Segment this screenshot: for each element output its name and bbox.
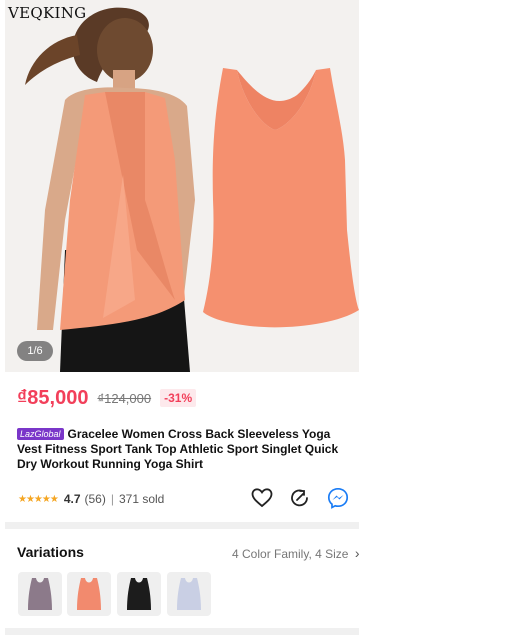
- discount-badge: -31%: [160, 389, 197, 407]
- rating-value: 4.7: [63, 492, 81, 506]
- star-rating-icon: ★★★★★: [18, 493, 59, 505]
- tank-thumbnail: [77, 578, 101, 610]
- variation-swatch-mauve[interactable]: [18, 572, 62, 616]
- variation-swatch-black[interactable]: [117, 572, 161, 616]
- tank-thumbnail: [28, 578, 52, 610]
- wishlist-button[interactable]: [250, 486, 274, 510]
- variations-summary-text: 4 Color Family, 4 Size: [232, 547, 349, 561]
- product-title-text: Gracelee Women Cross Back Sleeveless Yog…: [17, 427, 339, 471]
- heart-icon: [251, 488, 273, 508]
- tank-thumbnail: [177, 578, 201, 610]
- share-icon: [291, 489, 308, 507]
- sold-count: 371 sold: [118, 492, 165, 506]
- chevron-right-icon: ›: [354, 545, 360, 561]
- price-row: ₫85,000 ₫124,000 -31%: [17, 386, 197, 410]
- original-price: ₫124,000: [97, 390, 152, 406]
- variation-swatch-coral[interactable]: [67, 572, 111, 616]
- section-divider: [5, 522, 359, 529]
- brand-logo: VEQKING: [8, 4, 87, 22]
- variations-title: Variations: [17, 544, 84, 560]
- product-title: LazGlobal Gracelee Women Cross Back Sleev…: [17, 427, 355, 472]
- variation-swatch-lavender[interactable]: [167, 572, 211, 616]
- review-count: (56): [84, 492, 106, 506]
- lazglobal-badge: LazGlobal: [17, 428, 64, 440]
- rating-row[interactable]: ★★★★★ 4.7 (56) | 371 sold: [18, 490, 164, 508]
- variations-summary[interactable]: 4 Color Family, 4 Size ›: [232, 545, 360, 561]
- image-counter: 1/6: [17, 341, 53, 361]
- rating-separator: |: [110, 492, 114, 506]
- section-divider: [5, 628, 359, 635]
- product-image[interactable]: VEQKING 1/6: [5, 0, 359, 372]
- messenger-icon: [327, 487, 349, 509]
- share-button[interactable]: [288, 486, 312, 510]
- messenger-button[interactable]: [326, 486, 350, 510]
- current-price: ₫85,000: [17, 386, 89, 409]
- product-photo: [5, 0, 359, 372]
- tank-thumbnail: [127, 578, 151, 610]
